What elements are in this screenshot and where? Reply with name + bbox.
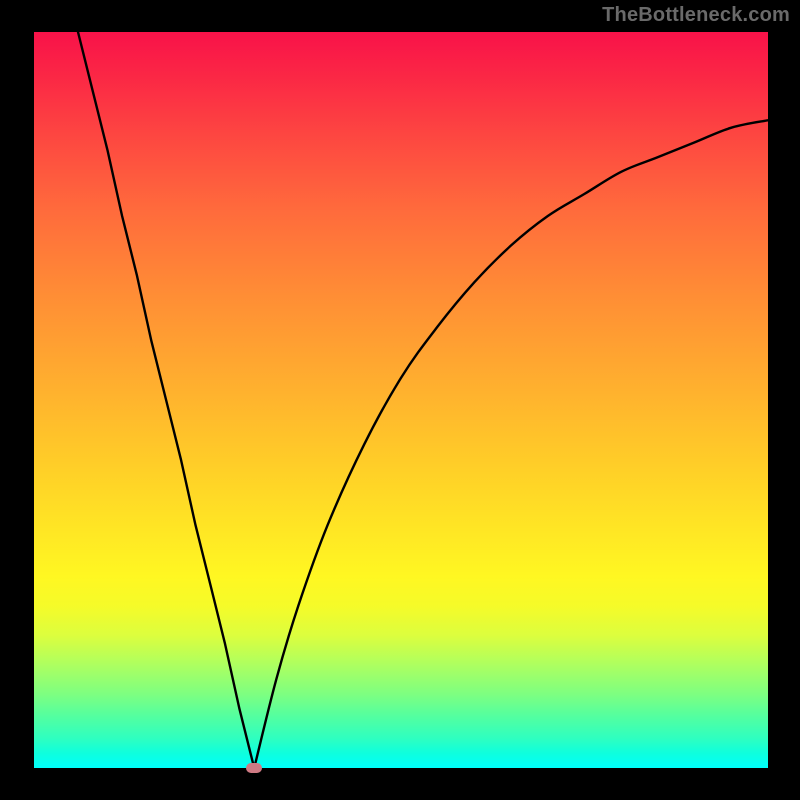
bottleneck-curve <box>34 32 768 768</box>
optimal-marker <box>246 763 262 773</box>
watermark-text: TheBottleneck.com <box>602 4 790 27</box>
plot-area <box>34 32 768 768</box>
chart-root: TheBottleneck.com <box>0 0 800 800</box>
